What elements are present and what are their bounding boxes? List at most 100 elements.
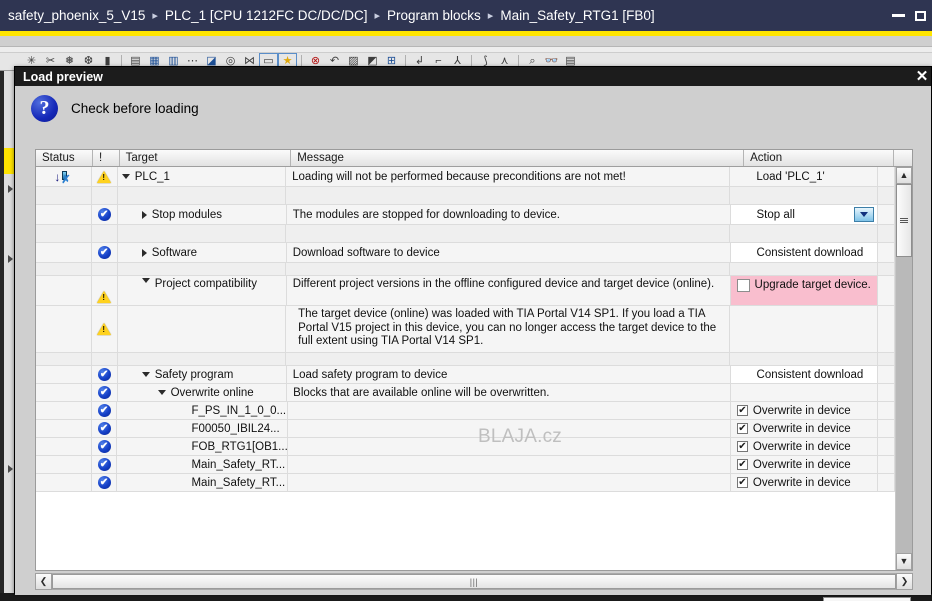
table-row[interactable]: ✔ F00050_IBIL24... ✔ Overwrite in device — [36, 420, 895, 438]
column-header-status: Status — [36, 150, 93, 166]
chevron-down-icon[interactable] — [853, 207, 874, 222]
close-icon[interactable]: ✕ — [913, 67, 931, 86]
overwrite-checkbox[interactable]: ✔ — [736, 459, 748, 470]
table-row[interactable]: ✔ Stop modules The modules are stopped f… — [36, 205, 895, 225]
overwrite-checkbox[interactable]: ✔ — [736, 441, 748, 452]
dialog-body: ? Check before loading Status ! Target M… — [15, 86, 931, 601]
cell-message — [288, 438, 731, 455]
scroll-right-icon[interactable]: ❯ — [896, 573, 913, 590]
gutter-expand-icon[interactable] — [8, 185, 13, 193]
table-row[interactable]: The target device (online) was loaded wi… — [36, 306, 895, 353]
scroll-left-icon[interactable]: ❮ — [35, 573, 52, 590]
cell-action[interactable]: Stop all — [730, 205, 878, 224]
cell-message — [286, 263, 731, 275]
target-label: FOB_RTG1[OB1... — [191, 440, 288, 453]
action-label: Overwrite in device — [752, 422, 851, 435]
cell-target[interactable]: Stop modules — [118, 205, 287, 224]
cell-target[interactable]: Safety program — [118, 366, 287, 383]
cell-flag: ✔ — [92, 474, 118, 491]
cell-status — [36, 456, 92, 473]
cell-target[interactable]: Software — [118, 243, 287, 262]
overwrite-checkbox[interactable]: ✔ — [736, 477, 748, 488]
table-row[interactable]: ✔ Overwrite online Blocks that are avail… — [36, 384, 895, 402]
minimize-icon[interactable] — [892, 14, 905, 17]
ok-icon: ✔ — [97, 208, 111, 221]
table-row[interactable]: ✔ F_PS_IN_1_0_0... ✔ Overwrite in device — [36, 402, 895, 420]
scroll-up-icon[interactable]: ▲ — [896, 167, 912, 184]
dialog-title: Load preview — [23, 69, 103, 84]
breadcrumb-item-block[interactable]: Main_Safety_RTG1 [FB0] — [500, 8, 654, 23]
chevron-down-icon[interactable] — [157, 390, 166, 395]
chevron-right-icon[interactable] — [141, 248, 147, 257]
table-row-spacer — [36, 225, 895, 243]
cell-message: Download software to device — [287, 243, 731, 262]
cell-target[interactable]: Overwrite online — [118, 384, 288, 401]
gutter-expand-icon[interactable] — [8, 255, 13, 263]
vertical-scrollbar[interactable]: ▲ ▼ — [895, 167, 912, 570]
gutter-expand-icon[interactable] — [8, 465, 13, 473]
cell-action[interactable]: Load 'PLC_1' — [730, 167, 878, 186]
cell-target — [118, 306, 287, 352]
cell-target[interactable]: Project compatibility — [118, 276, 287, 305]
chevron-down-icon[interactable] — [141, 372, 150, 377]
cell-action[interactable]: ✔ Overwrite in device — [731, 474, 878, 491]
cell-target[interactable]: PLC_1 — [118, 167, 287, 186]
cell-flag — [92, 306, 118, 352]
horizontal-scroll-track[interactable]: ||| — [52, 573, 896, 590]
vertical-scroll-track[interactable] — [896, 184, 912, 553]
table-row[interactable]: ✔ Main_Safety_RT... ✔ Overwrite in devic… — [36, 456, 895, 474]
action-label: Overwrite in device — [752, 458, 851, 471]
cell-target — [118, 225, 287, 242]
table-row-spacer — [36, 353, 895, 366]
table-row[interactable]: ✔ FOB_RTG1[OB1... ✔ Overwrite in device — [36, 438, 895, 456]
cell-action — [731, 384, 878, 401]
table-row[interactable]: ✔ Software Download software to device C… — [36, 243, 895, 263]
table-row[interactable]: ↓✗ PLC_1 Loading will not be performed b… — [36, 167, 895, 187]
column-header-flag: ! — [93, 150, 120, 166]
cell-pad — [878, 187, 895, 204]
horizontal-scrollbar[interactable]: ❮ ||| ❯ — [35, 573, 913, 590]
cell-pad — [878, 263, 895, 275]
cell-flag: ✔ — [92, 366, 118, 383]
refresh-button[interactable]: Refresh — [823, 597, 911, 601]
breadcrumb-item-program-blocks[interactable]: Program blocks — [387, 8, 481, 23]
breadcrumb-item-project[interactable]: safety_phoenix_5_V15 — [8, 8, 145, 23]
cell-flag — [92, 167, 118, 186]
cell-action — [730, 353, 878, 365]
overwrite-checkbox[interactable]: ✔ — [736, 423, 748, 434]
target-label: Stop modules — [151, 208, 223, 221]
cell-action[interactable]: Consistent download — [730, 366, 878, 383]
cell-target: F_PS_IN_1_0_0... — [117, 402, 289, 419]
cell-status — [36, 276, 92, 305]
chevron-right-icon[interactable] — [141, 210, 147, 219]
vertical-scroll-thumb[interactable] — [896, 184, 912, 257]
table-row[interactable]: ✔ Safety program Load safety program to … — [36, 366, 895, 384]
cell-target: Main_Safety_RT... — [117, 474, 289, 491]
breadcrumb-separator-icon: ▸ — [487, 10, 494, 22]
chevron-down-icon[interactable] — [141, 278, 150, 283]
table-row[interactable]: Project compatibility Different project … — [36, 276, 895, 306]
scroll-down-icon[interactable]: ▼ — [896, 553, 912, 570]
chevron-down-icon[interactable] — [121, 174, 130, 179]
message-label: Different project versions in the offlin… — [292, 278, 715, 290]
cell-action[interactable]: ✔ Overwrite in device — [731, 438, 878, 455]
cell-status — [36, 225, 92, 242]
cell-status — [36, 306, 92, 352]
cell-flag: ✔ — [92, 243, 118, 262]
horizontal-scroll-thumb[interactable]: ||| — [52, 574, 896, 589]
upgrade-target-checkbox[interactable] — [736, 279, 750, 292]
ok-icon: ✔ — [97, 386, 111, 399]
cell-action[interactable]: Upgrade target device. — [730, 276, 878, 305]
cell-status — [36, 474, 92, 491]
cell-action[interactable]: ✔ Overwrite in device — [731, 456, 878, 473]
breadcrumb-item-plc[interactable]: PLC_1 [CPU 1212FC DC/DC/DC] — [165, 8, 368, 23]
action-label: Consistent download — [756, 368, 864, 381]
app-titlebar: safety_phoenix_5_V15 ▸ PLC_1 [CPU 1212FC… — [0, 0, 932, 31]
cell-action[interactable]: Consistent download — [730, 243, 878, 262]
overwrite-checkbox[interactable]: ✔ — [736, 405, 748, 416]
cell-action[interactable]: ✔ Overwrite in device — [731, 420, 878, 437]
table-row[interactable]: ✔ Main_Safety_RT... ✔ Overwrite in devic… — [36, 474, 895, 492]
target-label: F_PS_IN_1_0_0... — [191, 404, 287, 417]
maximize-icon[interactable] — [915, 10, 926, 21]
cell-action[interactable]: ✔ Overwrite in device — [731, 402, 878, 419]
